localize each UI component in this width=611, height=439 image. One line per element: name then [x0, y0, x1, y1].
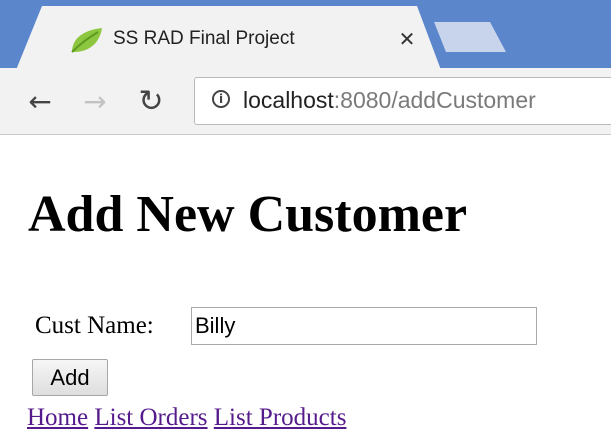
cust-name-input[interactable]: [191, 307, 537, 345]
url-text[interactable]: localhost:8080/addCustomer: [243, 87, 536, 114]
back-arrow-icon[interactable]: ←: [23, 85, 57, 119]
url-path: :8080/addCustomer: [333, 87, 536, 113]
url-host: localhost: [243, 87, 334, 113]
browser-tabstrip: SS RAD Final Project ✕: [0, 0, 611, 70]
list-orders-link[interactable]: List Orders: [94, 404, 207, 431]
address-bar[interactable]: i localhost:8080/addCustomer: [194, 77, 611, 125]
new-tab-button[interactable]: [434, 22, 506, 52]
spring-leaf-icon: [71, 28, 102, 53]
browser-tab[interactable]: SS RAD Final Project ✕: [16, 6, 441, 70]
browser-toolbar: ← → ↻ i localhost:8080/addCustomer: [0, 68, 611, 135]
forward-arrow-icon[interactable]: →: [78, 85, 112, 119]
page-nav-links: Home List Orders List Products: [27, 404, 346, 432]
home-link[interactable]: Home: [27, 404, 88, 431]
cust-name-label: Cust Name:: [35, 312, 154, 339]
add-button[interactable]: Add: [32, 359, 108, 396]
reload-icon[interactable]: ↻: [134, 85, 168, 119]
info-icon[interactable]: i: [212, 90, 230, 108]
list-products-link[interactable]: List Products: [214, 404, 347, 431]
tab-title: SS RAD Final Project: [113, 28, 295, 49]
close-tab-icon[interactable]: ✕: [394, 26, 420, 52]
page-title: Add New Customer: [28, 186, 468, 243]
